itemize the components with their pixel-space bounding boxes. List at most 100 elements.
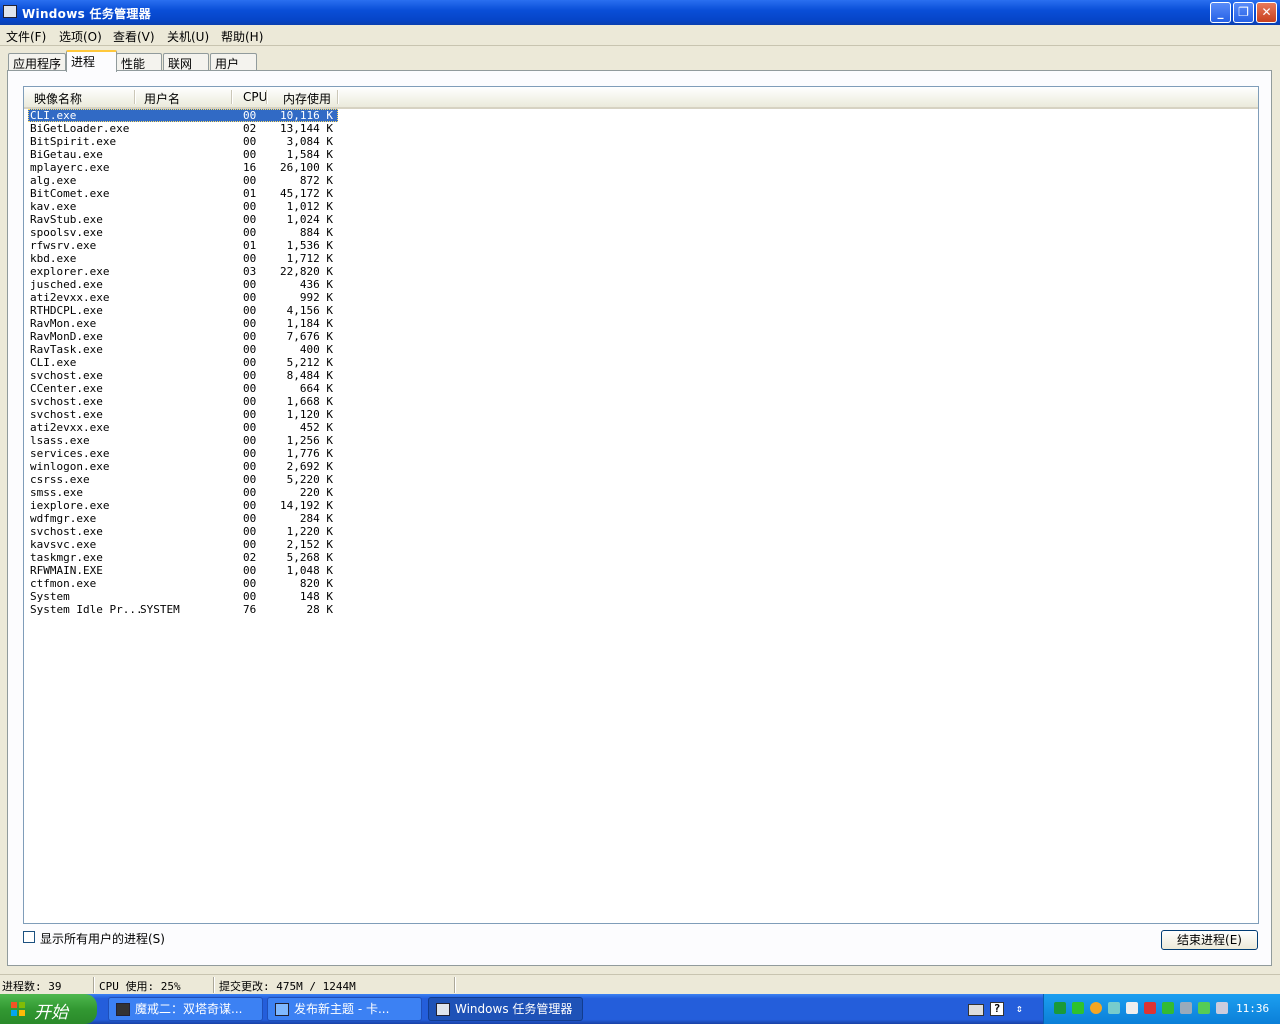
column-divider[interactable]: [266, 90, 268, 104]
bitcomet-icon[interactable]: [1198, 1002, 1210, 1014]
process-row[interactable]: wdfmgr.exe 00 284 K: [28, 512, 338, 525]
process-row[interactable]: System 00 148 K: [28, 590, 338, 603]
process-row[interactable]: svchost.exe 00 1,220 K: [28, 525, 338, 538]
process-row[interactable]: CLI.exe 00 5,212 K: [28, 356, 338, 369]
menu-help[interactable]: 帮助(H): [221, 28, 263, 45]
process-name: services.exe: [30, 447, 110, 460]
process-row[interactable]: lsass.exe 00 1,256 K: [28, 434, 338, 447]
process-memory: 22,820 K: [280, 265, 333, 278]
process-row[interactable]: BitComet.exe 01 45,172 K: [28, 187, 338, 200]
process-row[interactable]: spoolsv.exe 00 884 K: [28, 226, 338, 239]
keyboard-icon[interactable]: [968, 1004, 984, 1016]
process-row[interactable]: kav.exe 00 1,012 K: [28, 200, 338, 213]
close-button[interactable]: ✕: [1256, 2, 1277, 23]
tab-applications[interactable]: 应用程序: [8, 53, 66, 71]
download-arrow-icon[interactable]: [1072, 1002, 1084, 1014]
column-divider[interactable]: [231, 90, 233, 104]
process-row[interactable]: svchost.exe 00 1,120 K: [28, 408, 338, 421]
network-icon[interactable]: [1216, 1002, 1228, 1014]
process-row[interactable]: iexplore.exe 00 14,192 K: [28, 499, 338, 512]
column-user-name[interactable]: 用户名: [144, 90, 180, 107]
umbrella-icon[interactable]: [1162, 1002, 1174, 1014]
end-process-button[interactable]: 结束进程(E): [1161, 930, 1258, 950]
process-row[interactable]: winlogon.exe 00 2,692 K: [28, 460, 338, 473]
start-label: 开始: [34, 1003, 68, 1023]
language-bar-icon[interactable]: ⇕: [1016, 1002, 1023, 1015]
process-name: lsass.exe: [30, 434, 90, 447]
process-memory: 452 K: [299, 421, 333, 434]
column-memory[interactable]: 内存使用: [283, 90, 331, 107]
process-row[interactable]: CCenter.exe 00 664 K: [28, 382, 338, 395]
taskbar: 开始 魔戒二：双塔奇谋... 发布新主题 - 卡... Windows 任务管理…: [0, 994, 1280, 1024]
process-row[interactable]: kbd.exe 00 1,712 K: [28, 252, 338, 265]
taskbar-button-media[interactable]: 魔戒二：双塔奇谋...: [108, 997, 263, 1021]
speaker-icon[interactable]: [1144, 1002, 1156, 1014]
taskbar-button-browser[interactable]: 发布新主题 - 卡...: [267, 997, 422, 1021]
show-all-users-checkbox[interactable]: [23, 931, 35, 943]
process-row[interactable]: csrss.exe 00 5,220 K: [28, 473, 338, 486]
process-cpu: 00: [243, 304, 257, 317]
process-row[interactable]: CLI.exe 00 10,116 K: [28, 109, 338, 122]
process-row[interactable]: alg.exe 00 872 K: [28, 174, 338, 187]
process-row[interactable]: svchost.exe 00 8,484 K: [28, 369, 338, 382]
process-row[interactable]: jusched.exe 00 436 K: [28, 278, 338, 291]
process-row[interactable]: BiGetau.exe 00 1,584 K: [28, 148, 338, 161]
tab-networking[interactable]: 联网: [163, 53, 209, 71]
process-row[interactable]: rfwsrv.exe 01 1,536 K: [28, 239, 338, 252]
tab-users[interactable]: 用户: [210, 53, 257, 71]
minimize-button[interactable]: _: [1210, 2, 1231, 23]
status-cpu-usage: CPU 使用: 25%: [99, 980, 181, 993]
process-row[interactable]: smss.exe 00 220 K: [28, 486, 338, 499]
start-button[interactable]: 开始: [0, 994, 97, 1024]
orange-ball-icon[interactable]: [1090, 1002, 1102, 1014]
menu-shutdown[interactable]: 关机(U): [167, 28, 209, 45]
title-bar[interactable]: Windows 任务管理器 _ ❐ ✕: [0, 0, 1280, 25]
menu-options[interactable]: 选项(O): [59, 28, 102, 45]
taskmgr-app-icon: [3, 5, 17, 18]
column-image-name[interactable]: 映像名称: [34, 90, 82, 107]
taskbar-button-taskmgr[interactable]: Windows 任务管理器: [428, 997, 583, 1021]
tab-processes[interactable]: 进程: [66, 50, 117, 72]
process-name: iexplore.exe: [30, 499, 110, 512]
process-row[interactable]: ati2evxx.exe 00 452 K: [28, 421, 338, 434]
green-monitor-icon[interactable]: [1054, 1002, 1066, 1014]
process-name: wdfmgr.exe: [30, 512, 97, 525]
process-row[interactable]: RFWMAIN.EXE 00 1,048 K: [28, 564, 338, 577]
process-row[interactable]: taskmgr.exe 02 5,268 K: [28, 551, 338, 564]
process-memory: 26,100 K: [280, 161, 333, 174]
process-row[interactable]: kavsvc.exe 00 2,152 K: [28, 538, 338, 551]
process-memory: 5,268 K: [286, 551, 333, 564]
process-row[interactable]: BitSpirit.exe 00 3,084 K: [28, 135, 338, 148]
clock[interactable]: 11:36: [1236, 1002, 1269, 1015]
column-divider[interactable]: [134, 90, 136, 104]
restore-button[interactable]: ❐: [1233, 2, 1254, 23]
process-row[interactable]: RTHDCPL.exe 00 4,156 K: [28, 304, 338, 317]
process-row[interactable]: svchost.exe 00 1,668 K: [28, 395, 338, 408]
process-row[interactable]: services.exe 00 1,776 K: [28, 447, 338, 460]
process-row[interactable]: BiGetLoader.exe 02 13,144 K: [28, 122, 338, 135]
process-cpu: 00: [243, 278, 257, 291]
process-row[interactable]: explorer.exe 03 22,820 K: [28, 265, 338, 278]
pen-icon[interactable]: [1108, 1002, 1120, 1014]
process-row[interactable]: System Idle Pr... SYSTEM 76 28 K: [28, 603, 338, 616]
process-memory: 8,484 K: [286, 369, 333, 382]
show-all-users-label[interactable]: 显示所有用户的进程(S): [40, 930, 165, 947]
process-row[interactable]: mplayerc.exe 16 26,100 K: [28, 161, 338, 174]
column-divider[interactable]: [337, 90, 339, 104]
process-row[interactable]: RavMonD.exe 00 7,676 K: [28, 330, 338, 343]
process-list[interactable]: 映像名称 用户名 CPU 内存使用 CLI.exe 00 10,116 K BiGet…: [23, 86, 1259, 924]
tab-performance[interactable]: 性能: [116, 53, 162, 71]
process-cpu: 00: [243, 538, 257, 551]
menu-view[interactable]: 查看(V): [113, 28, 155, 45]
process-memory: 436 K: [299, 278, 333, 291]
kav-icon[interactable]: [1126, 1002, 1138, 1014]
help-icon[interactable]: ?: [990, 1002, 1004, 1016]
shield-icon[interactable]: [1180, 1002, 1192, 1014]
process-row[interactable]: RavMon.exe 00 1,184 K: [28, 317, 338, 330]
process-row[interactable]: RavStub.exe 00 1,024 K: [28, 213, 338, 226]
column-cpu[interactable]: CPU: [243, 90, 267, 104]
process-row[interactable]: ati2evxx.exe 00 992 K: [28, 291, 338, 304]
process-row[interactable]: ctfmon.exe 00 820 K: [28, 577, 338, 590]
menu-file[interactable]: 文件(F): [6, 28, 46, 45]
process-row[interactable]: RavTask.exe 00 400 K: [28, 343, 338, 356]
